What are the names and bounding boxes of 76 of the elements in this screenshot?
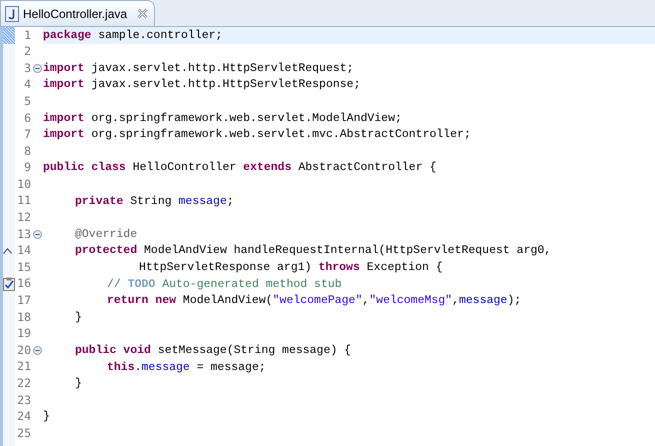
- code-text: String: [129, 194, 173, 210]
- code-text: ModelAndView(: [182, 293, 273, 310]
- annotation: @Override: [75, 226, 138, 243]
- keyword: import: [43, 127, 84, 144]
- line-number: 12: [17, 212, 31, 224]
- code-text: ,: [452, 293, 459, 310]
- code-text: = message;: [196, 360, 266, 376]
- code-text: .: [134, 360, 142, 376]
- code-text: AbstractController {: [297, 160, 436, 176]
- line-number: 13: [17, 228, 31, 240]
- line-number: 1: [24, 30, 31, 42]
- line-number: 24: [17, 411, 31, 423]
- line-number: 14: [17, 245, 31, 257]
- line-number: 20: [17, 344, 31, 356]
- line-number: 4: [24, 79, 31, 91]
- todo-tag: TODO: [128, 276, 156, 293]
- keyword: package: [43, 28, 92, 44]
- keyword: throws: [318, 260, 360, 276]
- line-number: 17: [17, 295, 31, 307]
- keyword: public class: [43, 160, 126, 176]
- keyword: return new: [107, 293, 176, 310]
- line-number: 18: [17, 312, 31, 324]
- keyword: import: [43, 77, 84, 94]
- collapse-icon[interactable]: [32, 64, 42, 73]
- line-number: 2: [24, 46, 31, 58]
- keyword: import: [43, 110, 84, 127]
- line-number: 10: [17, 178, 31, 190]
- code-text: );: [507, 293, 522, 310]
- code-text: Exception {: [366, 260, 443, 276]
- comment: Auto-generated method stub: [161, 276, 342, 293]
- keyword: import: [43, 60, 84, 77]
- code-text: HttpServletResponse arg1): [139, 260, 313, 276]
- code-text: }: [75, 310, 82, 326]
- string-literal: "welcomeMsg": [369, 293, 452, 310]
- comment: //: [107, 276, 122, 293]
- keyword: protected: [75, 243, 138, 260]
- line-number: 3: [24, 62, 31, 74]
- line-number: 9: [24, 162, 31, 174]
- string-literal: "welcomePage": [272, 293, 362, 310]
- field-name: message: [142, 360, 190, 376]
- keyword: extends: [243, 160, 292, 176]
- keyword: public void: [75, 342, 151, 359]
- line-number: 15: [17, 262, 31, 274]
- code-text: javax.servlet.http.HttpServletRequest;: [90, 60, 354, 77]
- line-number: 19: [17, 328, 31, 340]
- line-number: 8: [24, 146, 31, 158]
- line-number: 16: [17, 278, 31, 290]
- keyword: this: [107, 360, 135, 376]
- editor-tab[interactable]: HelloController.java: [0, 0, 156, 26]
- line-number: 6: [24, 112, 31, 124]
- code-text: HelloController: [132, 160, 238, 176]
- java-file-icon: [5, 6, 19, 22]
- code-text: }: [43, 409, 50, 426]
- collapse-icon[interactable]: [32, 346, 42, 356]
- code-text: org.springframework.web.servlet.ModelAndView;: [90, 110, 402, 127]
- line-number: 21: [17, 361, 31, 373]
- code-text: org.springframework.web.servlet.mvc.AbstractController;: [90, 127, 471, 144]
- line-number: 5: [24, 96, 31, 108]
- code-text: }: [75, 376, 82, 392]
- keyword: private: [75, 194, 124, 210]
- line-number: 22: [17, 378, 31, 390]
- line-number: 11: [17, 195, 31, 207]
- field-name: message: [459, 293, 508, 310]
- code-text: ;: [226, 194, 234, 210]
- code-text: setMessage(String message) {: [156, 342, 352, 359]
- line-number: 7: [24, 129, 31, 141]
- field-name: message: [178, 194, 227, 210]
- code-text: ,: [362, 293, 370, 310]
- close-icon[interactable]: [137, 8, 148, 19]
- code-text: ModelAndView handleRequestInternal(HttpServletRequest arg0,: [143, 243, 552, 260]
- code-text: sample.controller;: [97, 28, 222, 44]
- line-number: 25: [17, 428, 31, 440]
- tab-title: HelloController.java: [23, 6, 128, 22]
- code-text: javax.servlet.http.HttpServletResponse;: [90, 77, 360, 94]
- line-number: 23: [17, 394, 31, 406]
- collapse-icon[interactable]: [32, 230, 42, 239]
